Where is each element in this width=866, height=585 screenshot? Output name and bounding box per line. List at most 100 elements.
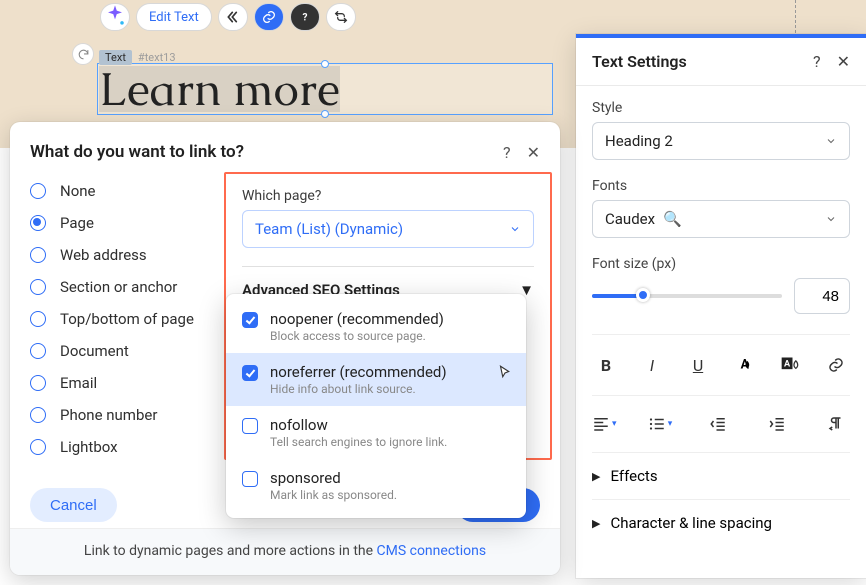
- resize-handle-bottom[interactable]: [321, 110, 329, 118]
- element-id-badge: #text13: [132, 50, 182, 65]
- link-dialog: What do you want to link to? ? ✕ None Pag…: [10, 122, 560, 575]
- edit-text-button[interactable]: Edit Text: [136, 3, 212, 31]
- link-type-list: None Page Web address Section or anchor Top/…: [10, 172, 224, 476]
- fonts-label: Fonts: [592, 178, 850, 194]
- radio-icon: [30, 407, 46, 423]
- link-type-lightbox[interactable]: Lightbox: [30, 438, 224, 456]
- radio-icon: [30, 375, 46, 391]
- link-type-label: Phone number: [60, 406, 157, 424]
- radio-icon: [30, 311, 46, 327]
- text-align-button[interactable]: ▾: [592, 410, 617, 438]
- char-spacing-label: Character & line spacing: [610, 514, 771, 532]
- effects-accordion[interactable]: ▶Effects: [592, 453, 850, 500]
- resize-handle-top[interactable]: [321, 60, 329, 68]
- seo-option-nofollow[interactable]: nofollowTell search engines to ignore li…: [226, 406, 526, 459]
- checkbox-icon: [242, 312, 258, 328]
- dialog-close-icon[interactable]: ✕: [527, 143, 540, 162]
- style-select[interactable]: Heading 2: [592, 122, 850, 160]
- ai-icon[interactable]: [100, 3, 130, 31]
- animation-icon[interactable]: [218, 3, 248, 31]
- link-type-label: None: [60, 182, 96, 200]
- link-type-label: Web address: [60, 246, 147, 264]
- help-icon[interactable]: ?: [290, 3, 320, 31]
- link-type-phone-number[interactable]: Phone number: [30, 406, 224, 424]
- refresh-icon[interactable]: [72, 43, 94, 65]
- seo-option-desc: Hide info about link source.: [270, 382, 447, 396]
- which-page-select[interactable]: Team (List) (Dynamic): [242, 210, 534, 248]
- link-type-label: Lightbox: [60, 438, 118, 456]
- chevron-down-icon: [509, 223, 521, 235]
- panel-help-icon[interactable]: ?: [813, 52, 821, 71]
- text-format-row: B I U A A: [592, 334, 850, 396]
- font-size-slider[interactable]: [592, 294, 782, 298]
- panel-header: Text Settings ? ✕: [576, 38, 866, 86]
- chevron-down-icon: ▾: [612, 419, 617, 429]
- slider-thumb[interactable]: [636, 288, 650, 302]
- radio-icon: [30, 247, 46, 263]
- svg-text:A: A: [784, 360, 791, 370]
- seo-option-sponsored[interactable]: sponsoredMark link as sponsored.: [226, 459, 526, 512]
- radio-icon: [30, 343, 46, 359]
- seo-option-desc: Mark link as sponsored.: [270, 488, 397, 502]
- selected-text-element[interactable]: Learn more: [97, 63, 553, 115]
- dialog-help-icon[interactable]: ?: [503, 143, 511, 162]
- triangle-right-icon: ▶: [592, 470, 600, 483]
- link-type-label: Email: [60, 374, 97, 392]
- indent-button[interactable]: [763, 410, 791, 438]
- outdent-button[interactable]: [704, 410, 732, 438]
- underline-button[interactable]: U: [684, 351, 712, 379]
- switch-icon[interactable]: [326, 3, 356, 31]
- panel-title: Text Settings: [592, 52, 687, 71]
- floating-toolbar: Edit Text ?: [100, 3, 356, 31]
- style-label: Style: [592, 100, 850, 116]
- link-type-section-or-anchor[interactable]: Section or anchor: [30, 278, 224, 296]
- panel-close-icon[interactable]: ✕: [837, 52, 850, 71]
- chevron-down-icon: [825, 213, 837, 225]
- triangle-right-icon: ▶: [592, 517, 600, 530]
- divider: [242, 266, 534, 267]
- seo-option-noopener[interactable]: noopener (recommended)Block access to so…: [226, 300, 526, 353]
- cms-connections-link[interactable]: CMS connections: [377, 543, 487, 559]
- seo-option-name: nofollow: [270, 416, 447, 434]
- link-type-top-bottom-of-page[interactable]: Top/bottom of page: [30, 310, 224, 328]
- link-type-label: Document: [60, 342, 129, 360]
- radio-icon: [30, 183, 46, 199]
- text-color-button[interactable]: A: [730, 351, 758, 379]
- cursor-icon: [496, 364, 514, 386]
- link-type-email[interactable]: Email: [30, 374, 224, 392]
- link-type-label: Page: [60, 214, 94, 232]
- text-direction-button[interactable]: [822, 410, 850, 438]
- link-button[interactable]: [822, 351, 850, 379]
- search-icon: 🔍: [663, 210, 682, 228]
- italic-button[interactable]: I: [638, 351, 666, 379]
- char-spacing-accordion[interactable]: ▶ Character & line spacing: [592, 500, 850, 546]
- align-row: ▾ ▾: [592, 396, 850, 453]
- element-type-badge: Text: [99, 50, 132, 65]
- link-type-web-address[interactable]: Web address: [30, 246, 224, 264]
- link-type-page[interactable]: Page: [30, 214, 224, 232]
- list-button[interactable]: ▾: [648, 410, 673, 438]
- link-type-document[interactable]: Document: [30, 342, 224, 360]
- link-icon[interactable]: [254, 3, 284, 31]
- font-size-label: Font size (px): [592, 256, 850, 272]
- bold-button[interactable]: B: [592, 351, 620, 379]
- link-config-panel: Which page? Team (List) (Dynamic) Advanc…: [224, 172, 552, 460]
- checkbox-icon: [242, 418, 258, 434]
- which-page-value: Team (List) (Dynamic): [255, 220, 403, 238]
- link-type-label: Section or anchor: [60, 278, 177, 296]
- font-size-input[interactable]: [794, 278, 850, 314]
- radio-icon: [30, 215, 46, 231]
- footer-note-text: Link to dynamic pages and more actions i…: [84, 543, 377, 559]
- link-type-none[interactable]: None: [30, 182, 224, 200]
- text-content: Learn more: [99, 66, 340, 112]
- cancel-button[interactable]: Cancel: [30, 488, 117, 522]
- fonts-select[interactable]: Caudex🔍: [592, 200, 850, 238]
- seo-option-name: noreferrer (recommended): [270, 363, 447, 381]
- dialog-title: What do you want to link to?: [30, 142, 244, 162]
- checkbox-icon: [242, 365, 258, 381]
- highlight-button[interactable]: A: [776, 351, 804, 379]
- text-settings-panel: Text Settings ? ✕ Style Heading 2 Fonts …: [576, 34, 866, 578]
- chevron-down-icon: [825, 135, 837, 147]
- seo-option-noreferrer[interactable]: noreferrer (recommended)Hide info about …: [226, 353, 526, 406]
- radio-icon: [30, 279, 46, 295]
